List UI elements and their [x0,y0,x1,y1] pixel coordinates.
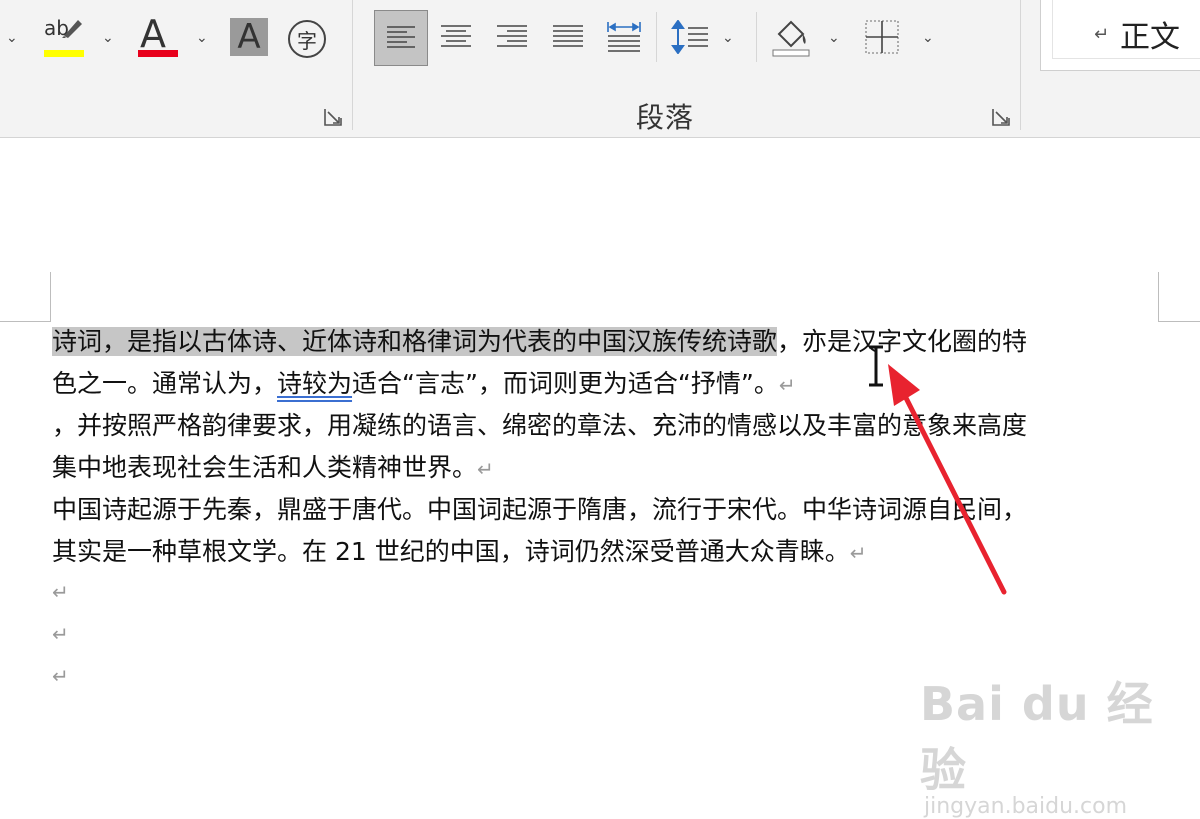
borders-button[interactable] [862,14,902,60]
empty-paragraph-mark[interactable]: ↵ [52,664,69,688]
character-shading-button[interactable]: A [230,17,268,57]
empty-paragraph-mark[interactable]: ↵ [52,580,69,604]
paint-bucket-icon [772,20,810,57]
paragraph-mark: ↵ [778,373,796,397]
line-spacing-button[interactable] [668,12,712,62]
align-center-icon [441,25,471,47]
enclose-char: 字 [297,28,317,53]
line-text: 其实是一种草根文学。在 21 世纪的中国，诗词仍然深受普通大众青睐。 [52,537,850,566]
align-right-button[interactable] [490,10,534,64]
doc-line-4[interactable]: 集中地表现社会生活和人类精神世界。↵ [52,450,494,487]
paragraph-mark: ↵ [849,541,867,565]
line-spacing-icon [671,20,708,54]
chevron-down-icon[interactable]: ⌄ [102,30,114,46]
watermark-url: jingyan.baidu.com [924,794,1128,819]
baidu-jingyan-watermark: Bai du 经验 jingyan.baidu.com [920,668,1200,819]
text-highlight-button[interactable]: ab [38,14,90,60]
separator [756,12,757,62]
align-right-icon [497,25,527,47]
chevron-down-icon[interactable]: ⌄ [722,30,734,46]
font-dialog-launcher-icon[interactable] [324,108,342,126]
chevron-down-icon[interactable]: ⌄ [922,30,934,46]
style-normal-label: 正文 [1120,20,1180,55]
font-color-bar [138,50,178,57]
justify-button[interactable] [546,10,590,64]
paragraph-mark: ↵ [477,457,494,481]
enclose-characters-button[interactable]: 字 [288,20,326,58]
distributed-button[interactable] [602,10,646,64]
group-separator [352,0,353,130]
highlighter-pen-icon [62,20,82,38]
align-center-button[interactable] [434,10,478,64]
borders-icon [865,20,899,54]
shading-button[interactable] [768,12,814,62]
separator [656,12,657,62]
line-text: 适合“言志”，而词则更为适合“抒情”。 [352,369,779,398]
justify-icon [553,25,583,47]
watermark-main: Bai du 经验 [920,677,1154,797]
ribbon: ⌄ ab ⌄ A ⌄ A 字 ⌄ ⌄ ⌄ 段落 ↵ 正文 [0,0,1200,138]
line-text: 色之一。通常认为， [52,369,278,398]
shading-letter: A [237,17,261,57]
highlight-color-bar [44,50,84,57]
selected-text[interactable]: 诗词，是指以古体诗、近体诗和格律词为代表的中国汉族传统诗歌 [52,327,778,356]
paragraph-mark-icon: ↵ [1094,24,1110,45]
page-corner-mark [0,321,51,322]
paragraph-dialog-launcher-icon[interactable] [992,108,1010,126]
distributed-icon [607,22,641,52]
annotation-arrow-icon [888,364,1007,595]
empty-paragraph-mark[interactable]: ↵ [52,622,69,646]
align-left-icon [387,26,415,48]
page-corner-mark [50,272,51,322]
page-corner-mark [1158,272,1159,322]
group-separator [1020,0,1021,130]
chevron-down-icon[interactable]: ⌄ [196,30,208,46]
doc-line-2[interactable]: 色之一。通常认为，诗较为适合“言志”，而词则更为适合“抒情”。↵ [52,366,796,403]
font-color-button[interactable]: A [132,12,182,60]
grammar-flagged-text[interactable]: 诗较为 [277,369,352,398]
align-left-button[interactable] [374,10,428,66]
paragraph-group-label: 段落 [636,101,695,134]
page-corner-mark [1158,321,1200,322]
chevron-down-icon[interactable]: ⌄ [828,30,840,46]
line-text: 集中地表现社会生活和人类精神世界。 [52,453,478,482]
doc-line-6[interactable]: 其实是一种草根文学。在 21 世纪的中国，诗词仍然深受普通大众青睐。↵ [52,534,866,571]
chevron-down-icon[interactable]: ⌄ [6,30,18,46]
